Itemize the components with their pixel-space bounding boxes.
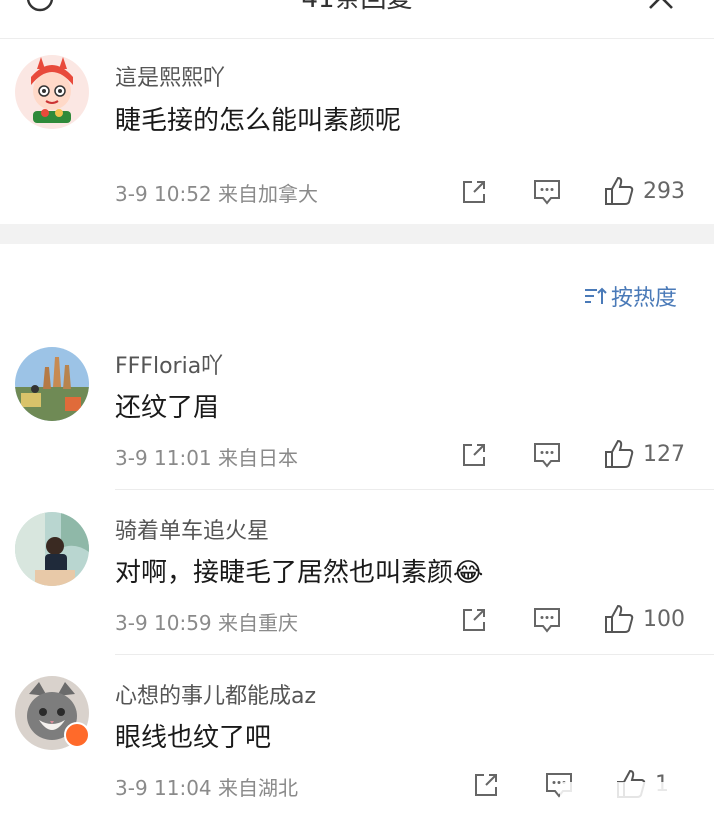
comment-username[interactable]: FFFloria吖 — [115, 348, 223, 380]
like-count: 100 — [643, 606, 685, 632]
header: 41条回复 — [0, 0, 714, 39]
comment-meta: 3-9 10:52 来自加拿大 — [115, 182, 319, 206]
page-title: 41条回复 — [0, 0, 714, 15]
reply-button[interactable] — [532, 606, 562, 634]
avatar[interactable] — [15, 347, 89, 421]
reply-button[interactable] — [532, 441, 562, 469]
like-button[interactable]: 127 — [603, 438, 685, 470]
comment-meta: 3-9 11:04 来自湖北 — [115, 776, 299, 800]
comment-text: 睫毛接的怎么能叫素颜呢 — [115, 106, 402, 136]
divider — [115, 489, 714, 490]
close-icon[interactable] — [646, 0, 676, 14]
comment-meta: 3-9 10:59 来自重庆 — [115, 611, 299, 635]
share-icon — [463, 609, 485, 631]
divider — [115, 654, 714, 655]
share-button[interactable] — [460, 606, 488, 634]
like-button[interactable]: 293 — [603, 175, 685, 207]
share-icon — [463, 444, 485, 466]
comment-icon — [534, 608, 560, 633]
like-count: 127 — [643, 441, 685, 467]
comment-username[interactable]: 骑着单车追火星 — [115, 513, 269, 545]
share-icon — [475, 774, 497, 796]
comment-text: 对啊，接睫毛了居然也叫素颜😂 — [115, 558, 484, 588]
comment-icon — [534, 443, 560, 468]
sort-button[interactable]: 按热度 — [583, 280, 677, 312]
section-divider — [0, 224, 714, 244]
thumbs-up-icon — [605, 176, 634, 205]
share-button[interactable] — [460, 178, 488, 206]
comment-text: 还纹了眉 — [115, 393, 220, 423]
sort-label: 按热度 — [611, 286, 678, 311]
comment-icon — [534, 180, 560, 205]
comment-meta: 3-9 11:01 来自日本 — [115, 446, 299, 470]
reply-button[interactable] — [532, 178, 562, 206]
like-count: 293 — [643, 178, 685, 204]
avatar[interactable] — [15, 55, 89, 129]
share-button[interactable] — [472, 771, 500, 799]
verified-badge-icon — [64, 722, 90, 748]
share-icon — [463, 181, 485, 203]
comment-username[interactable]: 這是熙熙吖 — [115, 60, 225, 92]
comment-username[interactable]: 心想的事儿都能成az — [115, 678, 316, 710]
comment-text: 眼线也纹了吧 — [115, 723, 272, 753]
thumbs-up-icon — [605, 439, 634, 468]
watermark-overlay — [560, 782, 710, 812]
like-button[interactable]: 100 — [603, 603, 685, 635]
avatar[interactable] — [15, 512, 89, 586]
thumbs-up-icon — [605, 604, 634, 633]
share-button[interactable] — [460, 441, 488, 469]
sort-icon — [585, 287, 607, 304]
